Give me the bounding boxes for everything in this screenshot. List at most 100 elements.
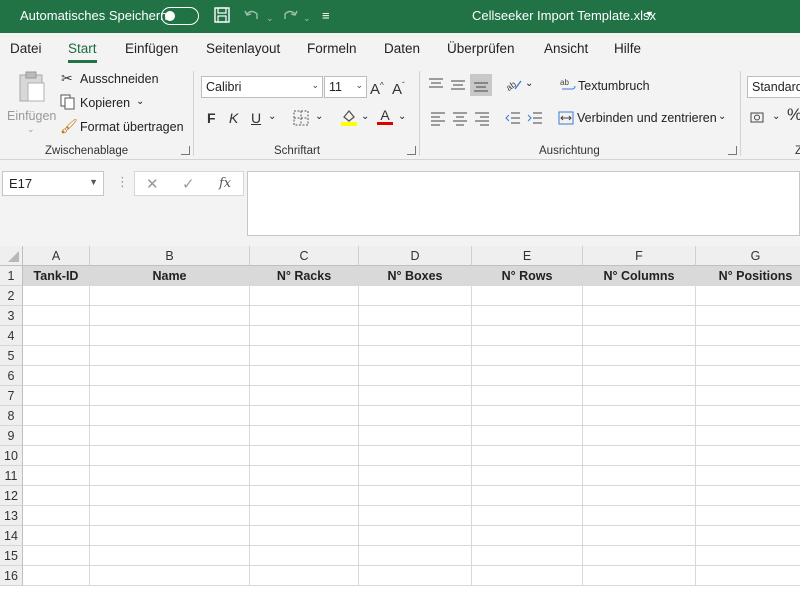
cell-g2[interactable] [696, 286, 800, 306]
cell-b13[interactable] [90, 506, 250, 526]
font-color-icon[interactable]: A [377, 107, 393, 125]
autosave-toggle[interactable] [161, 7, 199, 25]
select-all-corner[interactable] [0, 246, 23, 266]
cell-b12[interactable] [90, 486, 250, 506]
cell-a16[interactable] [23, 566, 90, 586]
align-left-icon[interactable] [430, 110, 446, 129]
row-header-6[interactable]: 6 [0, 366, 23, 386]
underline-dropdown-icon[interactable]: ⌄ [268, 111, 276, 122]
row-header-10[interactable]: 10 [0, 446, 23, 466]
cell-c14[interactable] [250, 526, 359, 546]
border-dropdown-icon[interactable]: ⌄ [315, 111, 323, 122]
tab-formeln[interactable]: Formeln [307, 41, 357, 56]
cell-b7[interactable] [90, 386, 250, 406]
column-header-e[interactable]: E [472, 246, 583, 266]
cell-e13[interactable] [472, 506, 583, 526]
align-bottom-icon[interactable] [470, 74, 492, 96]
tab-daten[interactable]: Daten [384, 41, 420, 56]
cell-c16[interactable] [250, 566, 359, 586]
cell-a15[interactable] [23, 546, 90, 566]
cell-a13[interactable] [23, 506, 90, 526]
cell-g8[interactable] [696, 406, 800, 426]
row-header-4[interactable]: 4 [0, 326, 23, 346]
align-top-icon[interactable] [428, 77, 444, 96]
tab-einfuegen[interactable]: Einfügen [125, 41, 178, 56]
underline-button[interactable]: U [251, 110, 261, 126]
cell-a12[interactable] [23, 486, 90, 506]
cell-a2[interactable] [23, 286, 90, 306]
cell-g6[interactable] [696, 366, 800, 386]
cell-b4[interactable] [90, 326, 250, 346]
cell-a5[interactable] [23, 346, 90, 366]
cell-d13[interactable] [359, 506, 472, 526]
cell-c5[interactable] [250, 346, 359, 366]
customize-quick-access-icon[interactable]: ≡ [322, 6, 330, 26]
cell-e12[interactable] [472, 486, 583, 506]
cell-e3[interactable] [472, 306, 583, 326]
cell-d12[interactable] [359, 486, 472, 506]
italic-button[interactable]: K [229, 110, 238, 126]
shrink-font-icon[interactable]: Aˇ [392, 78, 405, 98]
tab-datei[interactable]: Datei [10, 41, 42, 56]
cell-e7[interactable] [472, 386, 583, 406]
cell-f4[interactable] [583, 326, 696, 346]
border-icon[interactable] [293, 110, 309, 129]
column-header-a[interactable]: A [23, 246, 90, 266]
cell-b1[interactable]: Name [90, 266, 250, 286]
cell-d11[interactable] [359, 466, 472, 486]
accounting-format-icon[interactable] [750, 110, 768, 129]
cell-b16[interactable] [90, 566, 250, 586]
cell-e8[interactable] [472, 406, 583, 426]
align-right-icon[interactable] [474, 110, 490, 129]
cell-c15[interactable] [250, 546, 359, 566]
cell-a11[interactable] [23, 466, 90, 486]
spreadsheet-grid[interactable]: A B C D E F G 1 Tank-ID Name N° Racks N° Boxes N° Ro… [0, 246, 800, 600]
decrease-indent-icon[interactable] [505, 110, 521, 129]
copy-button[interactable]: Kopieren [80, 96, 130, 110]
cell-e6[interactable] [472, 366, 583, 386]
cell-b9[interactable] [90, 426, 250, 446]
row-header-15[interactable]: 15 [0, 546, 23, 566]
cell-a9[interactable] [23, 426, 90, 446]
row-header-5[interactable]: 5 [0, 346, 23, 366]
cell-c8[interactable] [250, 406, 359, 426]
align-middle-icon[interactable] [450, 77, 466, 96]
row-header-8[interactable]: 8 [0, 406, 23, 426]
cell-b15[interactable] [90, 546, 250, 566]
cell-f11[interactable] [583, 466, 696, 486]
cell-d2[interactable] [359, 286, 472, 306]
cell-b8[interactable] [90, 406, 250, 426]
cell-g4[interactable] [696, 326, 800, 346]
cancel-icon[interactable]: ✕ [146, 175, 159, 193]
cell-c13[interactable] [250, 506, 359, 526]
tab-ansicht[interactable]: Ansicht [544, 41, 588, 56]
cell-e4[interactable] [472, 326, 583, 346]
cell-c9[interactable] [250, 426, 359, 446]
cell-g15[interactable] [696, 546, 800, 566]
cell-c12[interactable] [250, 486, 359, 506]
cell-c6[interactable] [250, 366, 359, 386]
cell-d10[interactable] [359, 446, 472, 466]
cell-f2[interactable] [583, 286, 696, 306]
cell-d5[interactable] [359, 346, 472, 366]
tab-hilfe[interactable]: Hilfe [614, 41, 641, 56]
cell-f7[interactable] [583, 386, 696, 406]
insert-function-icon[interactable]: fx [219, 176, 231, 191]
cell-g3[interactable] [696, 306, 800, 326]
format-painter-button[interactable]: Format übertragen [80, 120, 184, 134]
name-box[interactable]: E17 ▼ [2, 171, 104, 196]
cell-d15[interactable] [359, 546, 472, 566]
enter-icon[interactable]: ✓ [182, 175, 195, 193]
cut-button[interactable]: Ausschneiden [80, 72, 159, 86]
cell-c2[interactable] [250, 286, 359, 306]
grow-font-icon[interactable]: A^ [370, 78, 384, 98]
fill-color-icon[interactable] [340, 108, 358, 129]
percent-icon[interactable]: % [787, 106, 800, 123]
cell-d1[interactable]: N° Boxes [359, 266, 472, 286]
align-center-icon[interactable] [452, 110, 468, 129]
cell-b10[interactable] [90, 446, 250, 466]
cell-d9[interactable] [359, 426, 472, 446]
cell-a14[interactable] [23, 526, 90, 546]
cell-b14[interactable] [90, 526, 250, 546]
cell-c11[interactable] [250, 466, 359, 486]
